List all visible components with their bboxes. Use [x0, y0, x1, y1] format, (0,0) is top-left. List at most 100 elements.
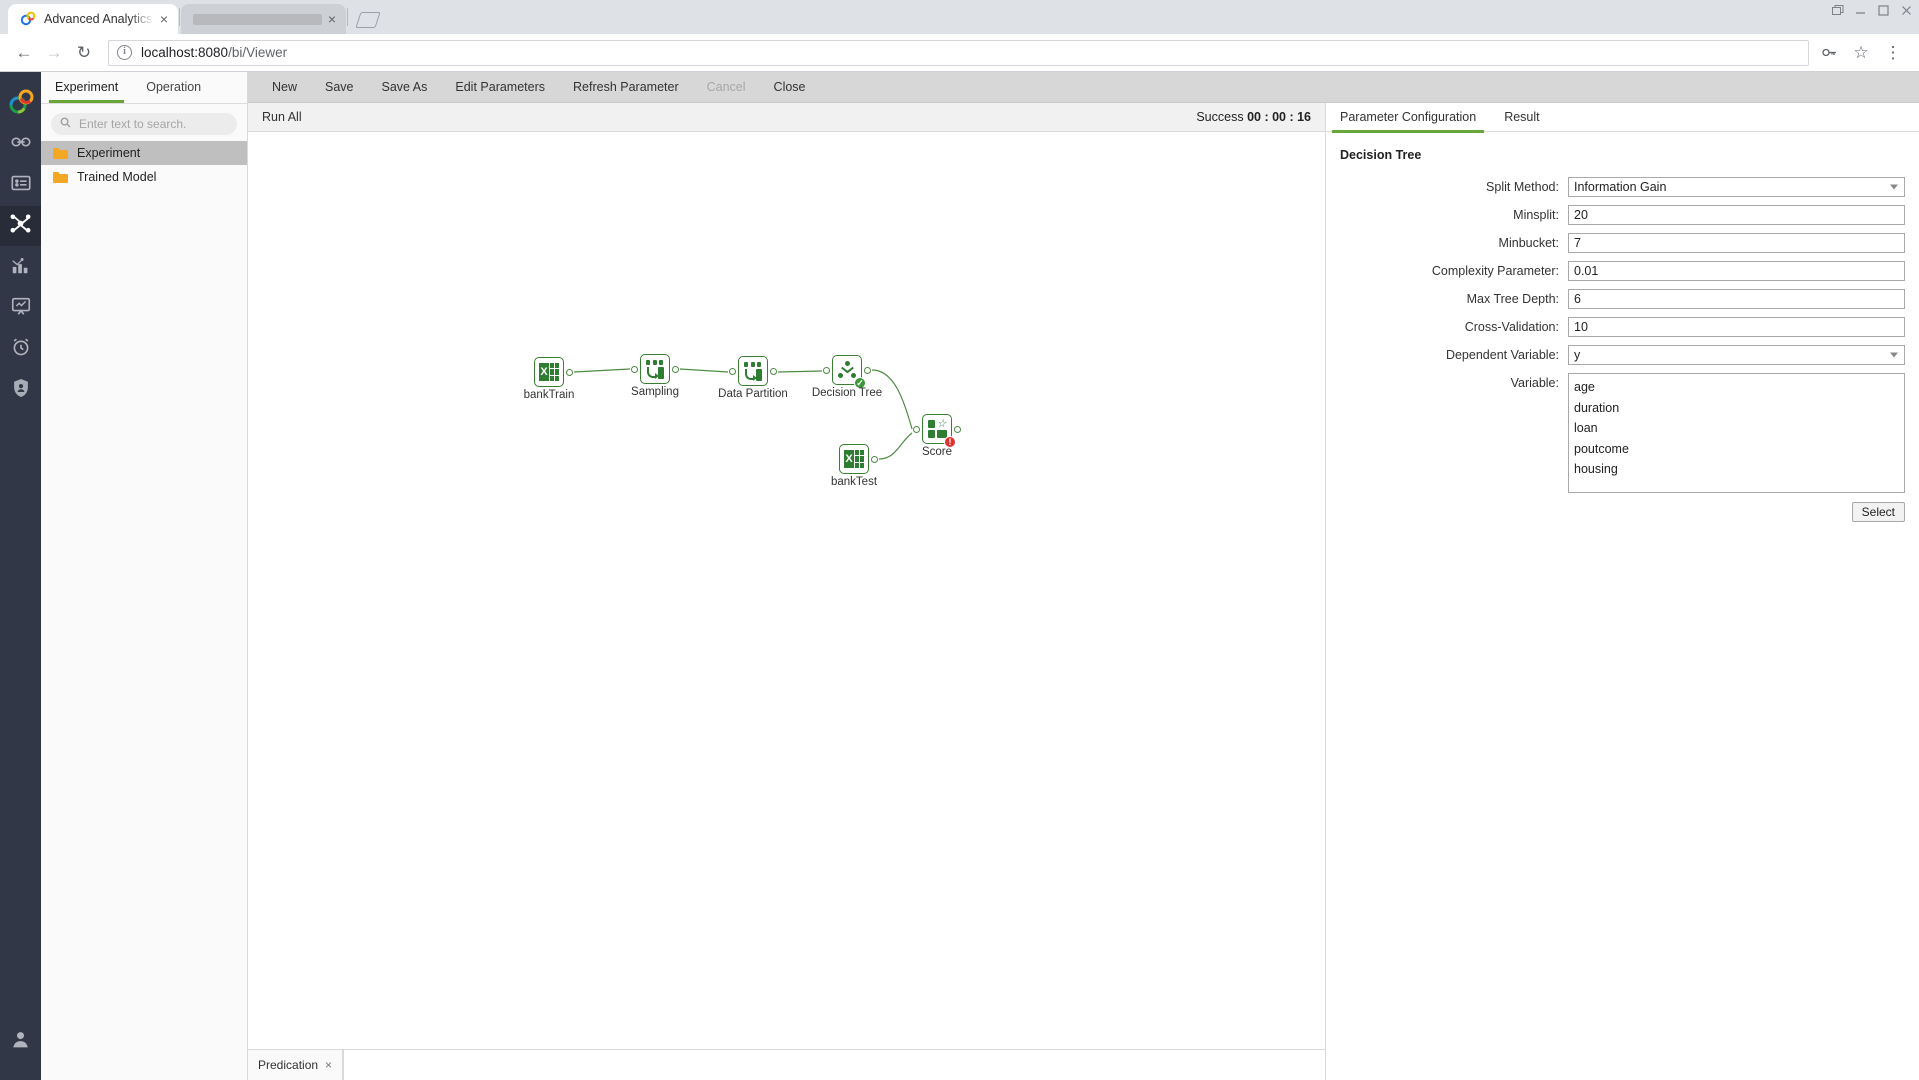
- experiment-canvas[interactable]: X bankTrain Sampling Data Partition ✓ De…: [248, 132, 1325, 1049]
- node-output-port[interactable]: [566, 369, 573, 376]
- new-tab-button[interactable]: [353, 6, 383, 34]
- workflow-node-bankTrain[interactable]: X bankTrain: [524, 357, 574, 401]
- parameter-panel: Parameter Configuration Result Decision …: [1326, 103, 1919, 1080]
- dependent-variable-select[interactable]: y: [1568, 345, 1905, 365]
- list-item[interactable]: duration: [1569, 398, 1904, 419]
- node-box[interactable]: X: [534, 357, 573, 387]
- list-item[interactable]: age: [1569, 377, 1904, 398]
- field-label: Dependent Variable:: [1445, 348, 1559, 362]
- node-box[interactable]: [729, 356, 777, 386]
- dock-tab-predication[interactable]: Predication ×: [248, 1050, 344, 1080]
- tab-strip: Advanced Analytics_Yo × ×: [0, 0, 1919, 34]
- browser-tab-inactive[interactable]: ×: [181, 4, 346, 34]
- app-logo[interactable]: [0, 80, 41, 124]
- site-info-icon[interactable]: i: [117, 45, 132, 60]
- password-key-icon[interactable]: [1815, 39, 1843, 67]
- forward-icon[interactable]: →: [40, 39, 68, 67]
- node-output-port[interactable]: [954, 426, 961, 433]
- field-label: Cross-Validation:: [1464, 320, 1559, 334]
- field-row-minbucket: Minbucket:: [1340, 233, 1905, 253]
- url-path: /bi/Viewer: [228, 45, 288, 60]
- variable-listbox[interactable]: age duration loan poutcome housing: [1568, 373, 1905, 493]
- node-output-port[interactable]: [672, 366, 679, 373]
- node-input-port[interactable]: [913, 426, 920, 433]
- field-label: Complexity Parameter:: [1431, 264, 1559, 278]
- complexity-parameter-input[interactable]: [1568, 261, 1905, 281]
- excel-file-icon: X: [844, 450, 864, 468]
- back-icon[interactable]: ←: [10, 39, 38, 67]
- menu-refresh-parameter[interactable]: Refresh Parameter: [559, 72, 693, 103]
- sidebar-item-trained-model[interactable]: Trained Model: [41, 165, 247, 189]
- node-input-port[interactable]: [631, 366, 638, 373]
- sidebar-item-dashboards[interactable]: [0, 288, 41, 328]
- tab-parameter-configuration[interactable]: Parameter Configuration: [1326, 103, 1490, 133]
- sidebar-item-reports[interactable]: [0, 247, 41, 287]
- close-window-icon[interactable]: [1900, 4, 1913, 17]
- browser-tab-active[interactable]: Advanced Analytics_Yo ×: [8, 4, 178, 34]
- split-method-select[interactable]: Information Gain: [1568, 177, 1905, 197]
- minimize-icon[interactable]: [1854, 4, 1867, 17]
- tab-experiment[interactable]: Experiment: [41, 72, 132, 103]
- maximize-icon[interactable]: [1877, 4, 1890, 17]
- menu-cancel: Cancel: [706, 79, 746, 94]
- field-row-cross-validation: Cross-Validation:: [1340, 317, 1905, 337]
- restore-down-icon[interactable]: [1831, 4, 1844, 17]
- sidebar-item-scheduler[interactable]: [0, 329, 41, 369]
- bookmark-star-icon[interactable]: ☆: [1847, 39, 1875, 67]
- sidebar-item-datasets[interactable]: [0, 165, 41, 205]
- chrome-menu-icon[interactable]: ⋮: [1879, 39, 1907, 67]
- sidebar-item-experiment[interactable]: Experiment: [41, 141, 247, 165]
- sidebar-item-advanced-analytics[interactable]: [0, 206, 41, 246]
- alarm-clock-icon: [10, 336, 32, 363]
- workflow-node-score[interactable]: ☆ ! Score: [913, 414, 961, 458]
- node-box[interactable]: ☆ !: [913, 414, 961, 448]
- sidebar-item-connections[interactable]: [0, 124, 41, 164]
- list-item[interactable]: housing: [1569, 459, 1904, 480]
- node-output-port[interactable]: [770, 368, 777, 375]
- search-input[interactable]: [77, 116, 228, 132]
- field-row-variable: Variable: age duration loan poutcome hou…: [1340, 373, 1905, 522]
- workflow-node-sampling[interactable]: Sampling: [631, 354, 679, 398]
- max-tree-depth-input[interactable]: [1568, 289, 1905, 309]
- url-host: localhost:8080: [141, 45, 229, 60]
- workflow-node-decision-tree[interactable]: ✓ Decision Tree: [812, 355, 882, 399]
- reload-icon[interactable]: ↻: [70, 39, 98, 67]
- node-box[interactable]: X: [839, 444, 878, 474]
- menu-save[interactable]: Save: [311, 72, 368, 103]
- list-item[interactable]: poutcome: [1569, 439, 1904, 460]
- select-button[interactable]: Select: [1851, 502, 1905, 522]
- node-box[interactable]: [631, 354, 679, 384]
- node-input-port[interactable]: [823, 367, 830, 374]
- run-status: Success 00 : 00 : 16: [1196, 110, 1311, 124]
- address-bar[interactable]: i localhost:8080/bi/Viewer: [108, 39, 1809, 66]
- field-row-complexity-parameter: Complexity Parameter:: [1340, 261, 1905, 281]
- menu-close[interactable]: Close: [760, 72, 820, 103]
- cross-validation-input[interactable]: [1568, 317, 1905, 337]
- run-all-button[interactable]: Run All: [262, 110, 302, 124]
- tab-divider: [179, 8, 180, 26]
- menu-save-as[interactable]: Save As: [368, 72, 442, 103]
- person-icon: [10, 1029, 31, 1055]
- tab-result[interactable]: Result: [1490, 103, 1553, 132]
- list-item[interactable]: loan: [1569, 418, 1904, 439]
- minbucket-input[interactable]: [1568, 233, 1905, 253]
- search-box[interactable]: [51, 113, 237, 135]
- node-output-port[interactable]: [864, 367, 871, 374]
- workflow-node-bankTest[interactable]: X bankTest: [831, 444, 878, 488]
- node-input-port[interactable]: [729, 368, 736, 375]
- node-output-port[interactable]: [871, 456, 878, 463]
- experiment-tree-pane: Experiment Operation Experiment Trained …: [41, 72, 248, 1080]
- tab-operation[interactable]: Operation: [132, 72, 215, 103]
- workflow-node-data-partition[interactable]: Data Partition: [718, 356, 788, 400]
- menu-edit-parameters[interactable]: Edit Parameters: [441, 72, 559, 103]
- close-icon[interactable]: ×: [160, 12, 168, 26]
- sidebar-item-account[interactable]: [0, 1022, 41, 1062]
- node-box[interactable]: ✓: [823, 355, 871, 389]
- application-root: Experiment Operation Experiment Trained …: [0, 72, 1919, 1080]
- close-icon[interactable]: ×: [328, 12, 336, 26]
- sidebar-item-security[interactable]: [0, 370, 41, 410]
- excel-file-icon: X: [539, 363, 559, 381]
- minsplit-input[interactable]: [1568, 205, 1905, 225]
- close-icon[interactable]: ×: [325, 1058, 332, 1072]
- menu-new[interactable]: New: [258, 72, 311, 103]
